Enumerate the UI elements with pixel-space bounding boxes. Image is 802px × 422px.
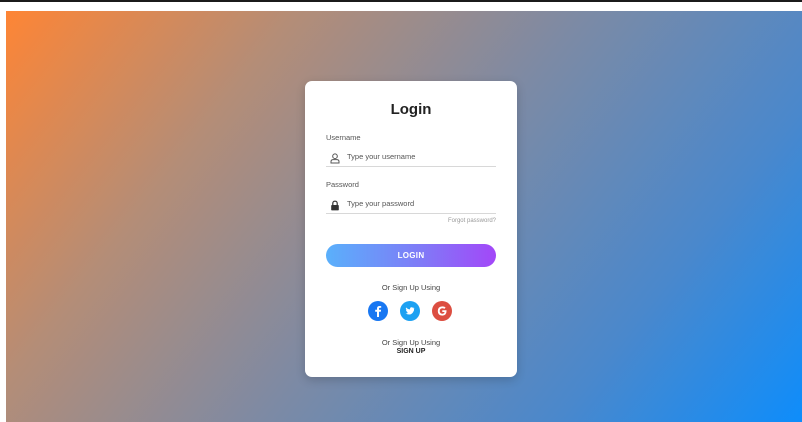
google-button[interactable]	[432, 301, 452, 321]
facebook-icon	[368, 301, 388, 321]
login-button[interactable]: LOGIN	[326, 244, 496, 267]
twitter-button[interactable]	[400, 301, 420, 321]
password-label: Password	[326, 180, 359, 189]
gradient-background: Login Username Password	[6, 11, 802, 422]
password-input[interactable]	[347, 196, 492, 210]
twitter-icon	[400, 301, 420, 321]
username-label: Username	[326, 133, 361, 142]
signup-link[interactable]: SIGN UP	[305, 348, 517, 355]
facebook-button[interactable]	[368, 301, 388, 321]
login-title: Login	[390, 101, 432, 118]
signup-prompt: Or Sign Up Using	[381, 338, 441, 347]
social-prompt: Or Sign Up Using	[381, 283, 441, 292]
lock-icon	[330, 198, 340, 211]
page-frame: Login Username Password	[0, 0, 802, 422]
password-field-container	[326, 195, 496, 214]
username-field-container	[326, 148, 496, 167]
top-border	[0, 0, 802, 2]
username-input[interactable]	[347, 149, 492, 163]
google-icon	[432, 301, 452, 321]
user-icon	[330, 151, 340, 164]
forgot-password-link[interactable]: Forgot password?	[448, 218, 496, 224]
login-card: Login Username Password	[305, 81, 517, 377]
